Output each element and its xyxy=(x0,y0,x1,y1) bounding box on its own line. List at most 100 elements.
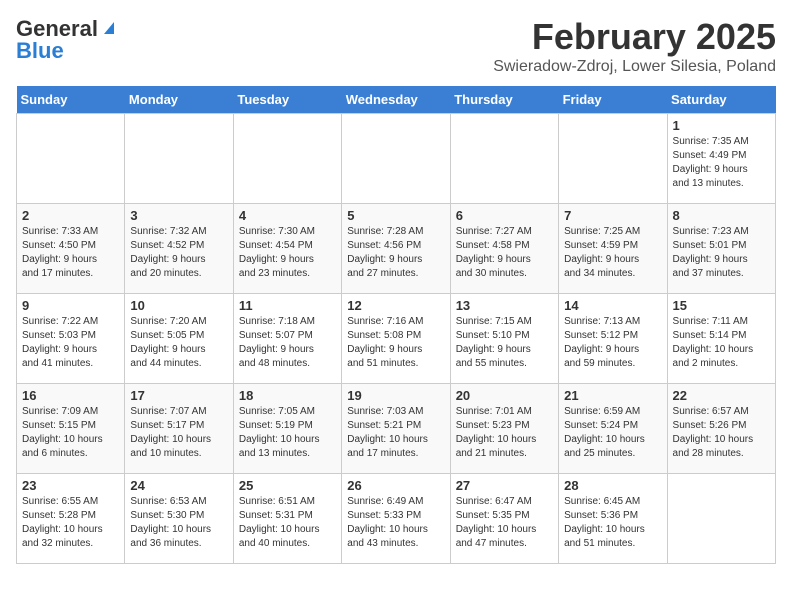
day-info: Sunrise: 7:35 AM Sunset: 4:49 PM Dayligh… xyxy=(673,135,770,191)
day-number: 10 xyxy=(130,298,227,313)
day-number: 8 xyxy=(673,208,770,223)
header-row: SundayMondayTuesdayWednesdayThursdayFrid… xyxy=(17,86,776,114)
day-cell: 9 Sunrise: 7:22 AM Sunset: 5:03 PM Daylig… xyxy=(17,294,125,384)
day-info: Sunrise: 6:53 AM Sunset: 5:30 PM Dayligh… xyxy=(130,495,227,551)
day-number: 1 xyxy=(673,118,770,133)
day-number: 16 xyxy=(22,388,119,403)
day-info: Sunrise: 7:33 AM Sunset: 4:50 PM Dayligh… xyxy=(22,225,119,281)
day-cell: 22 Sunrise: 6:57 AM Sunset: 5:26 PM Dayli… xyxy=(667,384,775,474)
logo-blue-text: Blue xyxy=(16,38,64,64)
day-number: 21 xyxy=(564,388,661,403)
week-row-3: 9 Sunrise: 7:22 AM Sunset: 5:03 PM Daylig… xyxy=(17,294,776,384)
day-number: 24 xyxy=(130,478,227,493)
day-number: 13 xyxy=(456,298,553,313)
day-cell: 19 Sunrise: 7:03 AM Sunset: 5:21 PM Dayli… xyxy=(342,384,450,474)
day-cell: 21 Sunrise: 6:59 AM Sunset: 5:24 PM Dayli… xyxy=(559,384,667,474)
day-number: 18 xyxy=(239,388,336,403)
week-row-4: 16 Sunrise: 7:09 AM Sunset: 5:15 PM Dayli… xyxy=(17,384,776,474)
day-info: Sunrise: 7:01 AM Sunset: 5:23 PM Dayligh… xyxy=(456,405,553,461)
day-info: Sunrise: 7:13 AM Sunset: 5:12 PM Dayligh… xyxy=(564,315,661,371)
day-info: Sunrise: 6:59 AM Sunset: 5:24 PM Dayligh… xyxy=(564,405,661,461)
day-info: Sunrise: 7:25 AM Sunset: 4:59 PM Dayligh… xyxy=(564,225,661,281)
day-number: 14 xyxy=(564,298,661,313)
day-cell: 28 Sunrise: 6:45 AM Sunset: 5:36 PM Dayli… xyxy=(559,474,667,564)
day-number: 2 xyxy=(22,208,119,223)
day-number: 20 xyxy=(456,388,553,403)
column-header-monday: Monday xyxy=(125,86,233,114)
day-number: 22 xyxy=(673,388,770,403)
day-cell: 7 Sunrise: 7:25 AM Sunset: 4:59 PM Daylig… xyxy=(559,204,667,294)
day-cell: 1 Sunrise: 7:35 AM Sunset: 4:49 PM Daylig… xyxy=(667,114,775,204)
day-cell xyxy=(450,114,558,204)
day-cell: 15Sunrise: 7:11 AM Sunset: 5:14 PM Dayli… xyxy=(667,294,775,384)
day-cell xyxy=(233,114,341,204)
day-info: Sunrise: 7:05 AM Sunset: 5:19 PM Dayligh… xyxy=(239,405,336,461)
day-number: 9 xyxy=(22,298,119,313)
day-info: Sunrise: 6:45 AM Sunset: 5:36 PM Dayligh… xyxy=(564,495,661,551)
day-info: Sunrise: 7:23 AM Sunset: 5:01 PM Dayligh… xyxy=(673,225,770,281)
day-cell: 4 Sunrise: 7:30 AM Sunset: 4:54 PM Daylig… xyxy=(233,204,341,294)
week-row-2: 2 Sunrise: 7:33 AM Sunset: 4:50 PM Daylig… xyxy=(17,204,776,294)
week-row-5: 23 Sunrise: 6:55 AM Sunset: 5:28 PM Dayli… xyxy=(17,474,776,564)
day-number: 25 xyxy=(239,478,336,493)
day-cell: 17Sunrise: 7:07 AM Sunset: 5:17 PM Dayli… xyxy=(125,384,233,474)
day-info: Sunrise: 7:27 AM Sunset: 4:58 PM Dayligh… xyxy=(456,225,553,281)
day-number: 17 xyxy=(130,388,227,403)
day-cell: 5 Sunrise: 7:28 AM Sunset: 4:56 PM Daylig… xyxy=(342,204,450,294)
day-cell: 25 Sunrise: 6:51 AM Sunset: 5:31 PM Dayli… xyxy=(233,474,341,564)
column-header-saturday: Saturday xyxy=(667,86,775,114)
day-cell: 16 Sunrise: 7:09 AM Sunset: 5:15 PM Dayli… xyxy=(17,384,125,474)
day-number: 19 xyxy=(347,388,444,403)
day-info: Sunrise: 7:03 AM Sunset: 5:21 PM Dayligh… xyxy=(347,405,444,461)
day-number: 28 xyxy=(564,478,661,493)
day-cell: 23 Sunrise: 6:55 AM Sunset: 5:28 PM Dayli… xyxy=(17,474,125,564)
day-cell xyxy=(17,114,125,204)
day-info: Sunrise: 7:30 AM Sunset: 4:54 PM Dayligh… xyxy=(239,225,336,281)
day-info: Sunrise: 7:18 AM Sunset: 5:07 PM Dayligh… xyxy=(239,315,336,371)
calendar-table: SundayMondayTuesdayWednesdayThursdayFrid… xyxy=(16,86,776,564)
day-info: Sunrise: 7:32 AM Sunset: 4:52 PM Dayligh… xyxy=(130,225,227,281)
day-cell xyxy=(125,114,233,204)
day-info: Sunrise: 7:28 AM Sunset: 4:56 PM Dayligh… xyxy=(347,225,444,281)
day-info: Sunrise: 6:55 AM Sunset: 5:28 PM Dayligh… xyxy=(22,495,119,551)
day-cell: 6 Sunrise: 7:27 AM Sunset: 4:58 PM Daylig… xyxy=(450,204,558,294)
day-cell: 24 Sunrise: 6:53 AM Sunset: 5:30 PM Dayli… xyxy=(125,474,233,564)
logo: General Blue xyxy=(16,16,118,64)
day-cell: 3 Sunrise: 7:32 AM Sunset: 4:52 PM Daylig… xyxy=(125,204,233,294)
day-info: Sunrise: 7:16 AM Sunset: 5:08 PM Dayligh… xyxy=(347,315,444,371)
page-header: General Blue February 2025 Swieradow-Zdr… xyxy=(16,16,776,76)
day-info: Sunrise: 6:57 AM Sunset: 5:26 PM Dayligh… xyxy=(673,405,770,461)
subtitle: Swieradow-Zdroj, Lower Silesia, Poland xyxy=(493,58,776,76)
title-area: February 2025 Swieradow-Zdroj, Lower Sil… xyxy=(493,16,776,76)
day-info: Sunrise: 6:51 AM Sunset: 5:31 PM Dayligh… xyxy=(239,495,336,551)
day-number: 26 xyxy=(347,478,444,493)
logo-triangle-icon xyxy=(100,18,118,36)
day-number: 6 xyxy=(456,208,553,223)
day-number: 4 xyxy=(239,208,336,223)
column-header-thursday: Thursday xyxy=(450,86,558,114)
day-cell: 27 Sunrise: 6:47 AM Sunset: 5:35 PM Dayli… xyxy=(450,474,558,564)
day-number: 3 xyxy=(130,208,227,223)
day-cell: 13 Sunrise: 7:15 AM Sunset: 5:10 PM Dayli… xyxy=(450,294,558,384)
day-cell xyxy=(342,114,450,204)
day-info: Sunrise: 7:20 AM Sunset: 5:05 PM Dayligh… xyxy=(130,315,227,371)
day-cell: 10 Sunrise: 7:20 AM Sunset: 5:05 PM Dayli… xyxy=(125,294,233,384)
day-info: Sunrise: 7:15 AM Sunset: 5:10 PM Dayligh… xyxy=(456,315,553,371)
month-title: February 2025 xyxy=(493,16,776,58)
day-number: 11 xyxy=(239,298,336,313)
day-cell: 2 Sunrise: 7:33 AM Sunset: 4:50 PM Daylig… xyxy=(17,204,125,294)
day-number: 5 xyxy=(347,208,444,223)
day-info: Sunrise: 7:11 AM Sunset: 5:14 PM Dayligh… xyxy=(673,315,770,371)
column-header-tuesday: Tuesday xyxy=(233,86,341,114)
day-number: 7 xyxy=(564,208,661,223)
day-info: Sunrise: 7:09 AM Sunset: 5:15 PM Dayligh… xyxy=(22,405,119,461)
day-cell: 18 Sunrise: 7:05 AM Sunset: 5:19 PM Dayli… xyxy=(233,384,341,474)
day-info: Sunrise: 6:47 AM Sunset: 5:35 PM Dayligh… xyxy=(456,495,553,551)
day-number: 27 xyxy=(456,478,553,493)
day-info: Sunrise: 6:49 AM Sunset: 5:33 PM Dayligh… xyxy=(347,495,444,551)
day-cell xyxy=(559,114,667,204)
day-cell: 8 Sunrise: 7:23 AM Sunset: 5:01 PM Daylig… xyxy=(667,204,775,294)
day-number: 12 xyxy=(347,298,444,313)
day-number: 23 xyxy=(22,478,119,493)
day-info: Sunrise: 7:22 AM Sunset: 5:03 PM Dayligh… xyxy=(22,315,119,371)
